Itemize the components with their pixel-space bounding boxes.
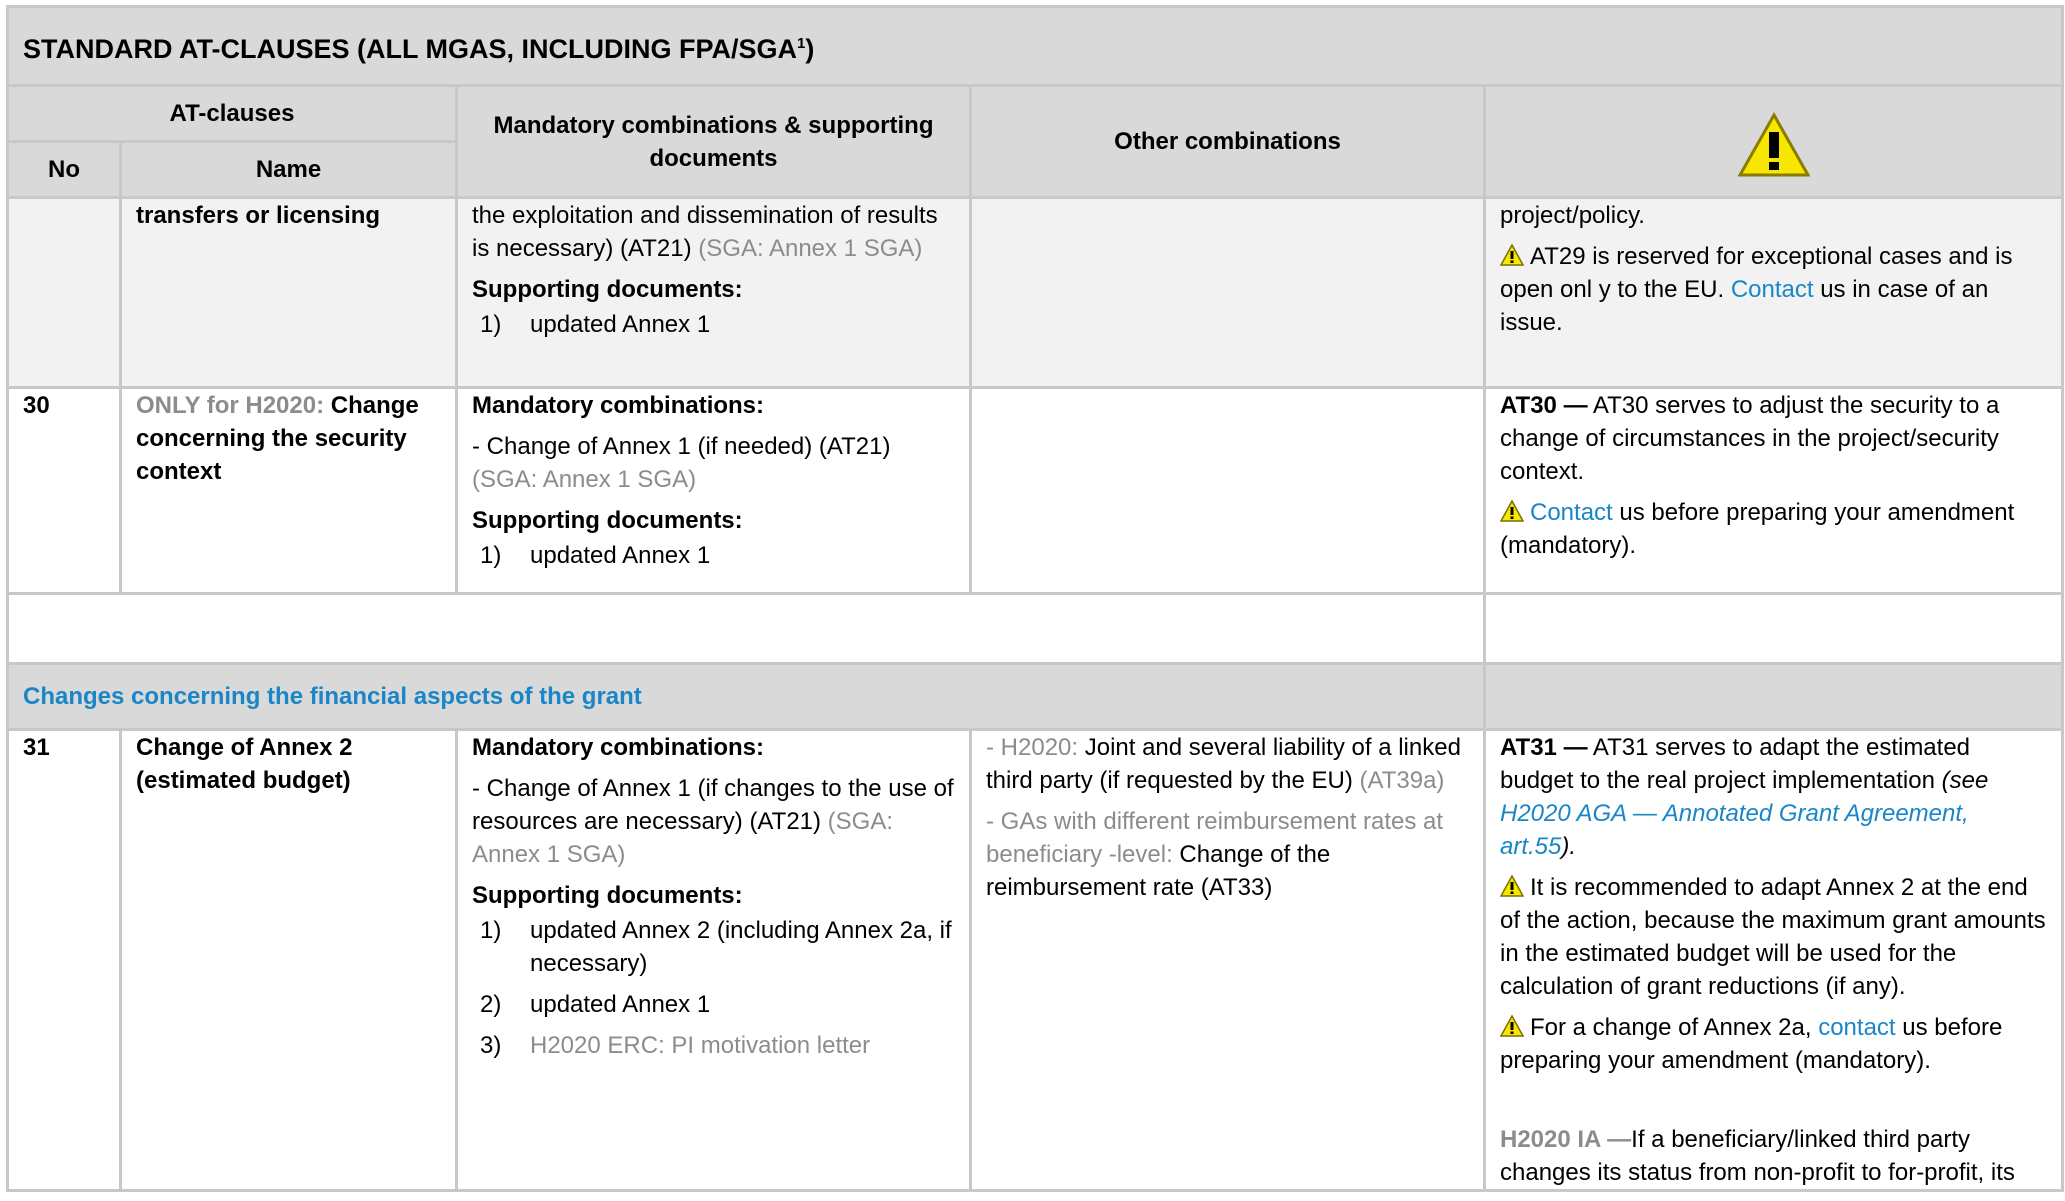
warning-icon: [1500, 500, 1524, 522]
header-at-clauses: AT-clauses: [6, 84, 458, 143]
row31-mandatory: Mandatory combinations: - Change of Anne…: [455, 728, 972, 1192]
table-title: STANDARD AT-CLAUSES (ALL MGAS, INCLUDING…: [5, 5, 2065, 87]
contact-link[interactable]: contact: [1818, 1014, 1895, 1041]
row29-mandatory: the exploitation and dissemination of re…: [455, 196, 972, 389]
list-item: 1) updated Annex 1: [480, 311, 711, 338]
warning-icon: [1500, 875, 1524, 897]
row30-mandatory: Mandatory combinations: - Change of Anne…: [455, 386, 972, 595]
section-heading-right: [1482, 662, 2065, 731]
table-row: 31 Change of Annex 2 (estimated budget) …: [6, 728, 2065, 1192]
row31-no: 31: [6, 728, 122, 1192]
contact-link[interactable]: Contact: [1530, 499, 1613, 526]
row30-other: [969, 386, 1486, 595]
row31-other: - H2020: Joint and several liability of …: [969, 728, 1486, 1192]
table-row: transfers or licensing the exploitation …: [6, 196, 2065, 389]
list-item: 3) H2020 ERC: PI motivation letter: [480, 1032, 871, 1059]
warning-icon: [1500, 1015, 1524, 1037]
at-clauses-table: STANDARD AT-CLAUSES (ALL MGAS, INCLUDING…: [5, 5, 2065, 1192]
empty-cell: [6, 592, 1486, 665]
row31-notes: AT31 — AT31 serves to adapt the estimate…: [1482, 728, 2065, 1192]
row30-name: ONLY for H2020: Change concerning the se…: [119, 386, 458, 595]
row29-notes: project/policy. AT29 is reserved for exc…: [1482, 196, 2065, 389]
row31-name: Change of Annex 2 (estimated budget): [119, 728, 458, 1192]
list-item: 2) updated Annex 1: [480, 991, 711, 1018]
header-name: Name: [119, 140, 458, 199]
list-item: 1) updated Annex 2 (including Annex 2a, i…: [480, 917, 952, 977]
warning-icon: [1737, 111, 1810, 176]
section-heading: Changes concerning the financial aspects…: [6, 662, 1486, 731]
header-warning: [1482, 84, 2065, 199]
table-row: [6, 592, 2065, 665]
header-other: Other combinations: [969, 84, 1486, 199]
row30-no: 30: [6, 386, 122, 595]
empty-cell: [1482, 592, 2065, 665]
row29-name: transfers or licensing: [119, 196, 458, 389]
row29-no: [6, 196, 122, 389]
section-row: Changes concerning the financial aspects…: [6, 662, 2065, 731]
contact-link[interactable]: Contact: [1731, 276, 1814, 303]
header-no: No: [6, 140, 122, 199]
row30-notes: AT30 — AT30 serves to adjust the securit…: [1482, 386, 2065, 595]
warning-icon: [1500, 244, 1524, 266]
list-item: 1) updated Annex 1: [480, 542, 711, 569]
header-mandatory: Mandatory combinations & supporting docu…: [455, 84, 972, 199]
row29-other: [969, 196, 1486, 389]
table-row: 30 ONLY for H2020: Change concerning the…: [6, 386, 2065, 595]
